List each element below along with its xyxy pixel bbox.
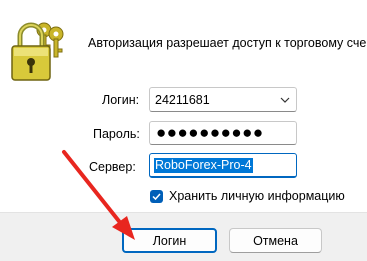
server-field[interactable]: RoboForex-Pro-4 — [149, 153, 297, 178]
login-combobox[interactable]: 24211681 — [149, 87, 297, 112]
save-info-label[interactable]: Хранить личную информацию — [169, 189, 345, 203]
save-info-checkbox[interactable] — [150, 190, 163, 203]
password-field[interactable]: ●●●●●●●●●● — [149, 121, 297, 145]
cancel-button[interactable]: Отмена — [229, 228, 322, 253]
login-value: 24211681 — [155, 93, 210, 107]
chevron-down-icon[interactable] — [279, 94, 291, 106]
server-label: Сервер: — [89, 160, 136, 174]
password-value: ●●●●●●●●●● — [156, 123, 264, 142]
check-icon — [152, 193, 161, 201]
login-label: Логин: — [102, 93, 140, 107]
login-button[interactable]: Логин — [122, 228, 217, 253]
padlock-with-keys-icon — [11, 22, 64, 81]
dialog-body: Авторизация разрешает доступ к торговому… — [0, 0, 367, 212]
password-label: Пароль: — [93, 127, 140, 141]
intro-text: Авторизация разрешает доступ к торговому… — [88, 36, 367, 50]
server-value: RoboForex-Pro-4 — [154, 158, 253, 173]
